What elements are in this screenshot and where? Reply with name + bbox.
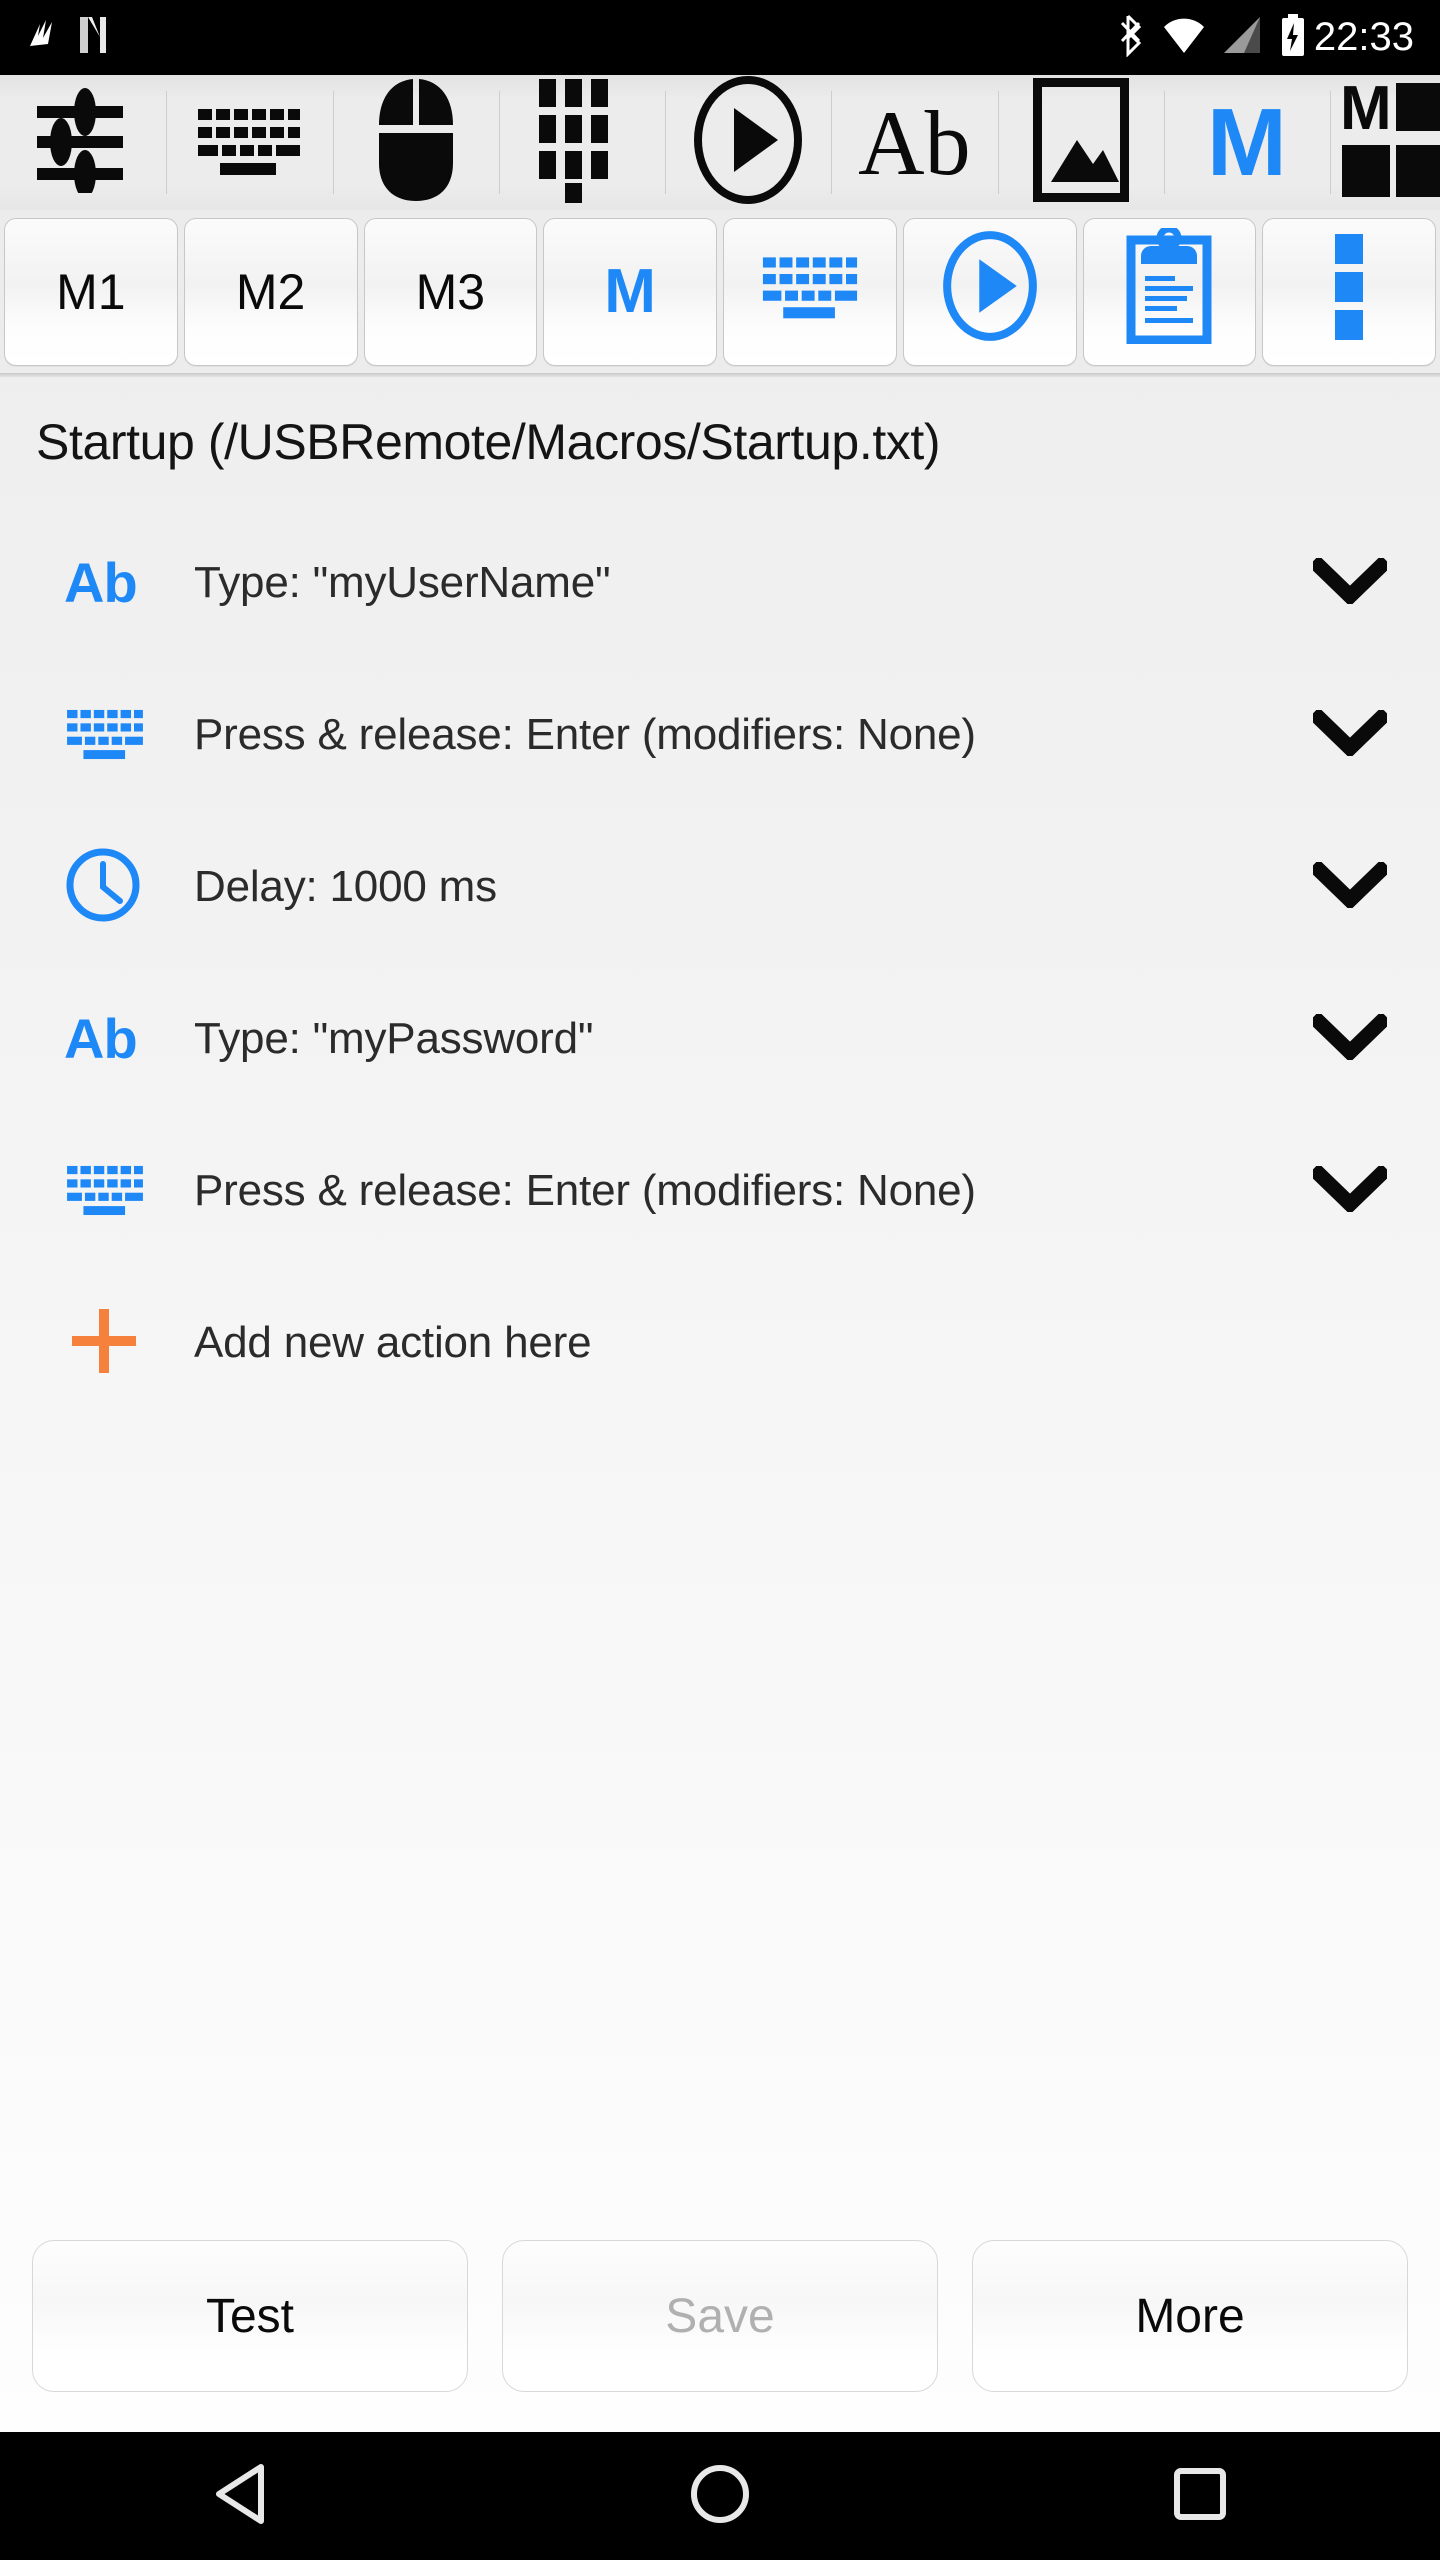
- status-bar: 22:33: [0, 0, 1440, 75]
- action-type-icon-cell: Ab: [64, 555, 160, 611]
- clipboard-button[interactable]: [1082, 217, 1257, 366]
- bottom-action-bar: Test Save More: [0, 2222, 1440, 2432]
- plus-icon: [64, 1301, 144, 1386]
- action-label: Type: "myPassword": [194, 1014, 594, 1063]
- keyboard-icon: [64, 704, 146, 767]
- numpad-icon: [535, 77, 629, 208]
- toolbar-macro-button[interactable]: M: [1163, 75, 1330, 210]
- action-type-icon-cell: Ab: [64, 1011, 160, 1067]
- table-row[interactable]: Press & release: Enter (modifiers: None): [0, 1115, 1440, 1267]
- play-icon: [940, 228, 1040, 356]
- add-action-label: Add new action here: [194, 1318, 592, 1367]
- table-row[interactable]: Press & release: Enter (modifiers: None): [0, 659, 1440, 811]
- action-label: Press & release: Enter (modifiers: None): [194, 710, 976, 759]
- toolbar-settings-button[interactable]: [0, 75, 166, 210]
- toolbar-play-button[interactable]: [665, 75, 831, 210]
- text-ab-icon: Ab: [64, 1007, 138, 1070]
- action-type-icon-cell: [64, 704, 160, 767]
- chevron-down-icon: [1308, 706, 1392, 761]
- status-bar-left-icons: [26, 15, 108, 60]
- macro-m1-button[interactable]: M1: [4, 217, 178, 366]
- macro-m-icon: M: [1206, 88, 1287, 196]
- macro-action-list: Ab Type: "myUserName" Press & release: E…: [0, 507, 1440, 1419]
- back-triangle-icon: [211, 2463, 269, 2530]
- wifi-icon: [1162, 15, 1206, 60]
- cellular-signal-icon: [1222, 15, 1264, 60]
- action-expand-button[interactable]: [1260, 1162, 1440, 1217]
- clipboard-icon: [1125, 225, 1213, 356]
- text-ab-icon: Ab: [64, 551, 138, 614]
- home-circle-icon: [689, 2463, 751, 2530]
- toolbar-numpad-button[interactable]: [498, 75, 665, 210]
- keyboard-button[interactable]: [723, 217, 897, 366]
- action-type-icon-cell: [64, 1160, 160, 1223]
- chevron-down-icon: [1308, 858, 1392, 913]
- more-button[interactable]: More: [972, 2240, 1408, 2392]
- macro-button-bar: M1 M2 M3 M: [0, 210, 1440, 377]
- action-label: Press & release: Enter (modifiers: None): [194, 1166, 976, 1215]
- action-label: Delay: 1000 ms: [194, 862, 497, 911]
- table-row[interactable]: Ab Type: "myPassword": [0, 963, 1440, 1115]
- clock-icon: [64, 846, 142, 929]
- toolbar-image-button[interactable]: [997, 75, 1164, 210]
- macro-grid-icon: M: [1338, 75, 1440, 208]
- table-row[interactable]: Ab Type: "myUserName": [0, 507, 1440, 659]
- action-label: Type: "myUserName": [194, 558, 611, 607]
- page-title: Startup (/USBRemote/Macros/Startup.txt): [36, 414, 941, 470]
- status-bar-clock: 22:33: [1313, 15, 1414, 59]
- play-button[interactable]: [902, 217, 1077, 366]
- text-ab-icon: Ab: [858, 91, 971, 194]
- chevron-down-icon: [1308, 554, 1392, 609]
- action-expand-button[interactable]: [1260, 706, 1440, 761]
- table-row[interactable]: Delay: 1000 ms: [0, 811, 1440, 963]
- toolbar-text-button[interactable]: Ab: [831, 75, 997, 210]
- macro-m3-button[interactable]: M3: [363, 217, 538, 366]
- bluetooth-icon: [1120, 13, 1146, 62]
- mouse-icon: [373, 77, 459, 208]
- svg-text:M: M: [1340, 77, 1392, 143]
- settings-sliders-icon: [33, 87, 133, 198]
- action-expand-button[interactable]: [1260, 858, 1440, 913]
- recents-square-icon: [1171, 2465, 1229, 2528]
- save-button[interactable]: Save: [502, 2240, 938, 2392]
- chevron-down-icon: [1308, 1010, 1392, 1065]
- play-icon: [692, 76, 804, 209]
- battery-charging-icon: [1280, 13, 1306, 62]
- status-bar-right-icons: [1120, 13, 1306, 62]
- overflow-menu-button[interactable]: [1262, 217, 1436, 366]
- more-vert-icon: [1331, 228, 1367, 356]
- nav-recents-button[interactable]: [960, 2465, 1440, 2528]
- keyboard-icon: [758, 250, 862, 334]
- nav-back-button[interactable]: [0, 2463, 480, 2530]
- chevron-down-icon: [1308, 1162, 1392, 1217]
- n-logo-icon: [78, 15, 108, 60]
- keyboard-icon: [64, 1160, 146, 1223]
- toolbar-keyboard-button[interactable]: [166, 75, 332, 210]
- nfc-icon: [26, 16, 60, 59]
- main-toolbar: Ab M M: [0, 75, 1440, 210]
- toolbar-macro-grid-button[interactable]: M: [1330, 75, 1440, 210]
- macro-m2-button[interactable]: M2: [183, 217, 358, 366]
- android-navigation-bar: [0, 2432, 1440, 2560]
- action-expand-button[interactable]: [1260, 1010, 1440, 1065]
- nav-home-button[interactable]: [480, 2463, 960, 2530]
- image-icon: [1031, 77, 1130, 207]
- test-button[interactable]: Test: [32, 2240, 468, 2392]
- action-type-icon-cell: [64, 846, 160, 929]
- add-new-action-row[interactable]: Add new action here: [0, 1267, 1440, 1419]
- action-expand-button[interactable]: [1260, 554, 1440, 609]
- macro-m-button[interactable]: M: [543, 217, 717, 366]
- keyboard-icon: [194, 101, 304, 184]
- add-action-icon-cell: [64, 1301, 160, 1386]
- toolbar-mouse-button[interactable]: [332, 75, 499, 210]
- app-root: 22:33 Ab M M M1 M2 M3 M Startup (/USBRem…: [0, 0, 1440, 2560]
